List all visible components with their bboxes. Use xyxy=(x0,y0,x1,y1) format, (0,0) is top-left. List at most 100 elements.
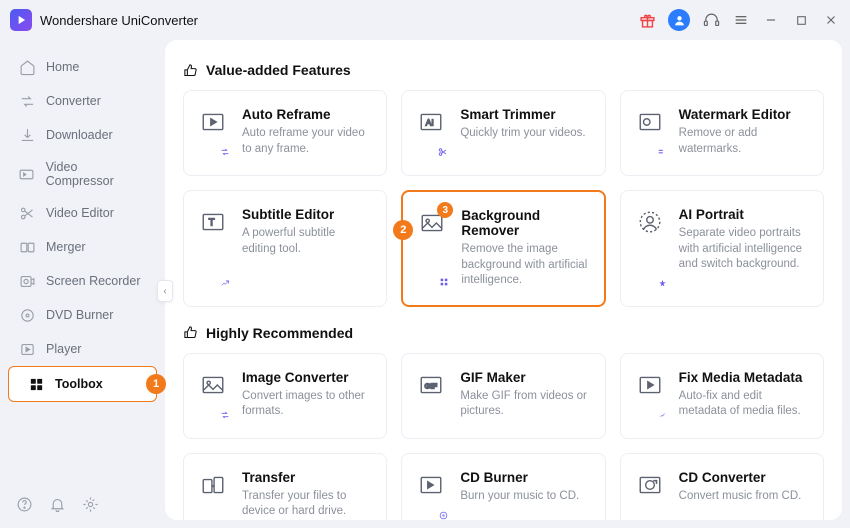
thumbs-up-icon xyxy=(183,325,198,340)
section-heading-recommended: Highly Recommended xyxy=(183,325,824,341)
trimmer-icon: AI xyxy=(416,107,446,159)
card-desc: Remove or add watermarks. xyxy=(679,126,809,157)
card-desc: Separate video portraits with artificial… xyxy=(679,226,809,273)
card-background-remover[interactable]: 3 Background Remover Remove the image back… xyxy=(401,190,605,307)
recommended-grid: Image Converter Convert images to other f… xyxy=(183,353,824,520)
main-content: Value-added Features Auto Reframe Auto re… xyxy=(165,40,842,520)
sidebar-item-label: Converter xyxy=(46,94,101,108)
sidebar-item-downloader[interactable]: Downloader xyxy=(0,118,165,152)
sidebar-item-label: Screen Recorder xyxy=(46,274,141,288)
maximize-icon[interactable] xyxy=(792,11,810,29)
sidebar-item-label: Video Compressor xyxy=(46,160,147,188)
card-desc: Burn your music to CD. xyxy=(460,489,579,505)
card-desc: Auto reframe your video to any frame. xyxy=(242,126,372,157)
card-desc: Make GIF from videos or pictures. xyxy=(460,389,590,420)
user-avatar[interactable] xyxy=(668,9,690,31)
merger-icon xyxy=(18,238,36,256)
cdburn-icon xyxy=(416,470,446,520)
bgremove-icon: 3 xyxy=(417,208,447,289)
card-desc: Convert images to other formats. xyxy=(242,389,372,420)
card-image-converter[interactable]: Image Converter Convert images to other f… xyxy=(183,353,387,439)
sidebar-item-recorder[interactable]: Screen Recorder xyxy=(0,264,165,298)
headset-icon[interactable] xyxy=(702,11,720,29)
card-title: Transfer xyxy=(242,470,372,485)
sidebar-item-label: DVD Burner xyxy=(46,308,113,322)
disc-icon xyxy=(18,306,36,324)
card-title: Fix Media Metadata xyxy=(679,370,809,385)
card-transfer[interactable]: Transfer Transfer your files to device or… xyxy=(183,453,387,520)
sidebar-item-home[interactable]: Home xyxy=(0,50,165,84)
sidebar-item-merger[interactable]: Merger xyxy=(0,230,165,264)
app-logo xyxy=(10,9,32,31)
sidebar-item-player[interactable]: Player xyxy=(0,332,165,366)
card-cd-burner[interactable]: CD Burner Burn your music to CD. xyxy=(401,453,605,520)
section-heading-value: Value-added Features xyxy=(183,62,824,78)
svg-text:T: T xyxy=(209,217,215,228)
sidebar-item-compressor[interactable]: Video Compressor xyxy=(0,152,165,196)
toolbox-icon xyxy=(27,375,45,393)
compressor-icon xyxy=(18,165,36,183)
card-title: Image Converter xyxy=(242,370,372,385)
card-desc: A powerful subtitle editing tool. xyxy=(242,226,372,257)
card-title: Smart Trimmer xyxy=(460,107,585,122)
transfer-icon xyxy=(198,470,228,520)
sidebar-item-dvd-burner[interactable]: DVD Burner xyxy=(0,298,165,332)
card-title: CD Converter xyxy=(679,470,802,485)
minimize-icon[interactable] xyxy=(762,11,780,29)
menu-icon[interactable] xyxy=(732,11,750,29)
sidebar-item-label: Toolbox xyxy=(55,377,103,391)
settings-icon[interactable] xyxy=(82,496,99,518)
card-subtitle-editor[interactable]: T Subtitle Editor A powerful subtitle edit… xyxy=(183,190,387,307)
help-icon[interactable] xyxy=(16,496,33,518)
card-title: Watermark Editor xyxy=(679,107,809,122)
card-watermark-editor[interactable]: Watermark Editor Remove or add watermarks… xyxy=(620,90,824,176)
card-title: GIF Maker xyxy=(460,370,590,385)
sidebar-item-label: Merger xyxy=(46,240,86,254)
titlebar: Wondershare UniConverter xyxy=(0,0,850,40)
card-auto-reframe[interactable]: Auto Reframe Auto reframe your video to a… xyxy=(183,90,387,176)
download-icon xyxy=(18,126,36,144)
card-desc: Auto-fix and edit metadata of media file… xyxy=(679,389,809,420)
sidebar-item-label: Downloader xyxy=(46,128,113,142)
portrait-icon xyxy=(635,207,665,290)
card-title: AI Portrait xyxy=(679,207,809,222)
card-gif-maker[interactable]: GIF GIF Maker Make GIF from videos or pict… xyxy=(401,353,605,439)
card-fix-metadata[interactable]: Fix Media Metadata Auto-fix and edit meta… xyxy=(620,353,824,439)
step-badge: 1 xyxy=(146,374,166,394)
home-icon xyxy=(18,58,36,76)
gift-icon[interactable] xyxy=(638,11,656,29)
card-title: Auto Reframe xyxy=(242,107,372,122)
card-ai-portrait[interactable]: AI Portrait Separate video portraits with… xyxy=(620,190,824,307)
sidebar: Home Converter Downloader Video Compress… xyxy=(0,40,165,528)
card-title: CD Burner xyxy=(460,470,579,485)
svg-text:GIF: GIF xyxy=(425,381,438,390)
app-title: Wondershare UniConverter xyxy=(40,13,198,28)
close-icon[interactable] xyxy=(822,11,840,29)
card-desc: Transfer your files to device or hard dr… xyxy=(242,489,372,520)
card-desc: Remove the image background with artific… xyxy=(461,242,589,289)
sidebar-item-label: Player xyxy=(46,342,81,356)
bell-icon[interactable] xyxy=(49,496,66,518)
imgconv-icon xyxy=(198,370,228,422)
card-title: Subtitle Editor xyxy=(242,207,372,222)
card-smart-trimmer[interactable]: AI Smart Trimmer Quickly trim your videos. xyxy=(401,90,605,176)
sidebar-item-editor[interactable]: Video Editor xyxy=(0,196,165,230)
card-cd-converter[interactable]: CD Converter Convert music from CD. xyxy=(620,453,824,520)
card-desc: Convert music from CD. xyxy=(679,489,802,505)
sidebar-item-converter[interactable]: Converter xyxy=(0,84,165,118)
recorder-icon xyxy=(18,272,36,290)
metadata-icon xyxy=(635,370,665,422)
play-icon xyxy=(18,340,36,358)
sidebar-collapse-button[interactable]: ‹ xyxy=(157,280,173,302)
watermark-icon xyxy=(635,107,665,159)
new-badge: 3 xyxy=(437,202,453,218)
converter-icon xyxy=(18,92,36,110)
sidebar-item-label: Video Editor xyxy=(46,206,114,220)
card-desc: Quickly trim your videos. xyxy=(460,126,585,142)
sidebar-item-toolbox[interactable]: Toolbox1 xyxy=(8,366,157,402)
gif-icon: GIF xyxy=(416,370,446,422)
sidebar-item-label: Home xyxy=(46,60,79,74)
svg-text:AI: AI xyxy=(426,117,434,127)
card-title: Background Remover xyxy=(461,208,589,238)
scissors-icon xyxy=(18,204,36,222)
